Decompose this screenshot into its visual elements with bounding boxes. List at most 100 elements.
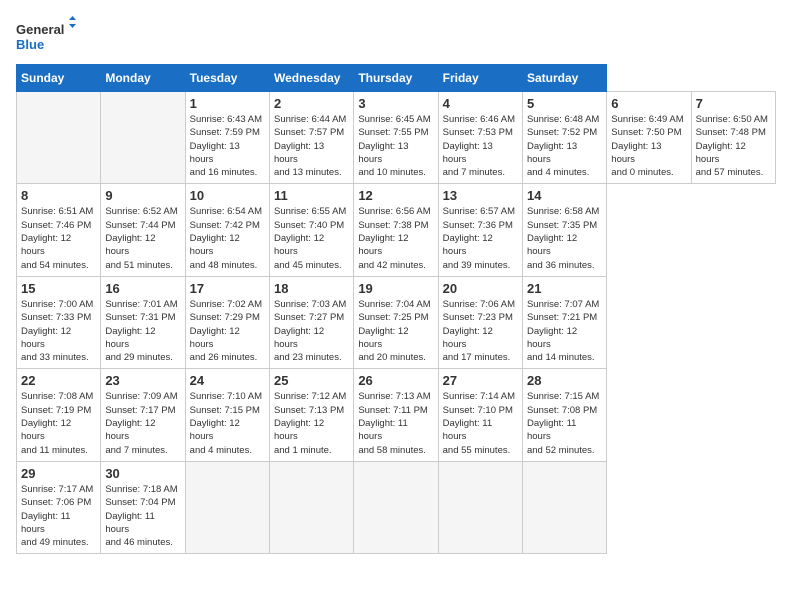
day-info: Sunrise: 6:57 AM Sunset: 7:36 PM Dayligh…: [443, 205, 518, 271]
sunset-label: Sunset: 7:50 PM: [611, 127, 681, 138]
sunset-label: Sunset: 7:08 PM: [527, 405, 597, 416]
day-info: Sunrise: 7:00 AM Sunset: 7:33 PM Dayligh…: [21, 298, 96, 364]
daylight-label: Daylight: 12 hours: [21, 326, 71, 350]
daylight-label: Daylight: 12 hours: [105, 233, 155, 257]
day-info: Sunrise: 7:07 AM Sunset: 7:21 PM Dayligh…: [527, 298, 602, 364]
calendar-cell: 3 Sunrise: 6:45 AM Sunset: 7:55 PM Dayli…: [354, 92, 438, 184]
sunset-label: Sunset: 7:21 PM: [527, 312, 597, 323]
sunset-label: Sunset: 7:31 PM: [105, 312, 175, 323]
calendar-cell: [101, 92, 185, 184]
sunset-label: Sunset: 7:48 PM: [696, 127, 766, 138]
day-info: Sunrise: 7:08 AM Sunset: 7:19 PM Dayligh…: [21, 390, 96, 456]
calendar-cell: 13 Sunrise: 6:57 AM Sunset: 7:36 PM Dayl…: [438, 184, 522, 276]
calendar-cell: 12 Sunrise: 6:56 AM Sunset: 7:38 PM Dayl…: [354, 184, 438, 276]
sunrise-label: Sunrise: 6:55 AM: [274, 206, 346, 217]
day-info: Sunrise: 7:12 AM Sunset: 7:13 PM Dayligh…: [274, 390, 349, 456]
daylight-mins: and 7 minutes.: [443, 167, 505, 178]
sunset-label: Sunset: 7:23 PM: [443, 312, 513, 323]
daylight-mins: and 46 minutes.: [105, 537, 173, 548]
day-info: Sunrise: 6:54 AM Sunset: 7:42 PM Dayligh…: [190, 205, 265, 271]
calendar-cell: 14 Sunrise: 6:58 AM Sunset: 7:35 PM Dayl…: [522, 184, 606, 276]
daylight-mins: and 55 minutes.: [443, 445, 511, 456]
day-number: 13: [443, 188, 518, 203]
day-info: Sunrise: 6:56 AM Sunset: 7:38 PM Dayligh…: [358, 205, 433, 271]
daylight-mins: and 13 minutes.: [274, 167, 342, 178]
sunrise-label: Sunrise: 7:02 AM: [190, 299, 262, 310]
day-info: Sunrise: 6:44 AM Sunset: 7:57 PM Dayligh…: [274, 113, 349, 179]
calendar-cell: [269, 461, 353, 553]
daylight-label: Daylight: 12 hours: [358, 233, 408, 257]
daylight-mins: and 4 minutes.: [190, 445, 252, 456]
sunrise-label: Sunrise: 6:50 AM: [696, 114, 768, 125]
daylight-label: Daylight: 12 hours: [21, 418, 71, 442]
sunrise-label: Sunrise: 7:01 AM: [105, 299, 177, 310]
day-info: Sunrise: 7:02 AM Sunset: 7:29 PM Dayligh…: [190, 298, 265, 364]
calendar-cell: 18 Sunrise: 7:03 AM Sunset: 7:27 PM Dayl…: [269, 276, 353, 368]
calendar-cell: [17, 92, 101, 184]
day-info: Sunrise: 7:09 AM Sunset: 7:17 PM Dayligh…: [105, 390, 180, 456]
day-info: Sunrise: 6:43 AM Sunset: 7:59 PM Dayligh…: [190, 113, 265, 179]
daylight-label: Daylight: 13 hours: [611, 141, 661, 165]
daylight-label: Daylight: 11 hours: [443, 418, 492, 442]
daylight-label: Daylight: 13 hours: [527, 141, 577, 165]
weekday-header: Wednesday: [269, 65, 353, 92]
weekday-header: Sunday: [17, 65, 101, 92]
sunrise-label: Sunrise: 6:51 AM: [21, 206, 93, 217]
day-number: 9: [105, 188, 180, 203]
weekday-header: Saturday: [522, 65, 606, 92]
sunrise-label: Sunrise: 6:45 AM: [358, 114, 430, 125]
calendar-cell: 21 Sunrise: 7:07 AM Sunset: 7:21 PM Dayl…: [522, 276, 606, 368]
sunrise-label: Sunrise: 7:00 AM: [21, 299, 93, 310]
sunrise-label: Sunrise: 6:57 AM: [443, 206, 515, 217]
day-info: Sunrise: 7:10 AM Sunset: 7:15 PM Dayligh…: [190, 390, 265, 456]
sunrise-label: Sunrise: 6:54 AM: [190, 206, 262, 217]
calendar-cell: 16 Sunrise: 7:01 AM Sunset: 7:31 PM Dayl…: [101, 276, 185, 368]
sunrise-label: Sunrise: 7:07 AM: [527, 299, 599, 310]
day-info: Sunrise: 6:58 AM Sunset: 7:35 PM Dayligh…: [527, 205, 602, 271]
sunrise-label: Sunrise: 6:56 AM: [358, 206, 430, 217]
weekday-header: Tuesday: [185, 65, 269, 92]
logo-svg: General Blue: [16, 16, 76, 56]
weekday-header: Monday: [101, 65, 185, 92]
calendar-cell: 15 Sunrise: 7:00 AM Sunset: 7:33 PM Dayl…: [17, 276, 101, 368]
sunset-label: Sunset: 7:11 PM: [358, 405, 428, 416]
day-number: 8: [21, 188, 96, 203]
daylight-label: Daylight: 12 hours: [443, 326, 493, 350]
day-number: 10: [190, 188, 265, 203]
calendar-week-row: 1 Sunrise: 6:43 AM Sunset: 7:59 PM Dayli…: [17, 92, 776, 184]
daylight-mins: and 4 minutes.: [527, 167, 589, 178]
sunset-label: Sunset: 7:10 PM: [443, 405, 513, 416]
daylight-mins: and 20 minutes.: [358, 352, 426, 363]
calendar-cell: [522, 461, 606, 553]
day-number: 7: [696, 96, 771, 111]
calendar-cell: 11 Sunrise: 6:55 AM Sunset: 7:40 PM Dayl…: [269, 184, 353, 276]
page-header: General Blue: [16, 16, 776, 56]
sunset-label: Sunset: 7:19 PM: [21, 405, 91, 416]
daylight-label: Daylight: 12 hours: [190, 233, 240, 257]
day-info: Sunrise: 6:50 AM Sunset: 7:48 PM Dayligh…: [696, 113, 771, 179]
sunset-label: Sunset: 7:04 PM: [105, 497, 175, 508]
day-number: 19: [358, 281, 433, 296]
sunset-label: Sunset: 7:35 PM: [527, 220, 597, 231]
sunrise-label: Sunrise: 7:17 AM: [21, 484, 93, 495]
calendar-cell: 25 Sunrise: 7:12 AM Sunset: 7:13 PM Dayl…: [269, 369, 353, 461]
daylight-label: Daylight: 12 hours: [443, 233, 493, 257]
sunrise-label: Sunrise: 7:06 AM: [443, 299, 515, 310]
daylight-mins: and 7 minutes.: [105, 445, 167, 456]
sunrise-label: Sunrise: 7:10 AM: [190, 391, 262, 402]
sunrise-label: Sunrise: 7:18 AM: [105, 484, 177, 495]
daylight-mins: and 26 minutes.: [190, 352, 258, 363]
daylight-label: Daylight: 12 hours: [274, 326, 324, 350]
day-info: Sunrise: 6:49 AM Sunset: 7:50 PM Dayligh…: [611, 113, 686, 179]
sunset-label: Sunset: 7:53 PM: [443, 127, 513, 138]
daylight-label: Daylight: 13 hours: [274, 141, 324, 165]
sunrise-label: Sunrise: 7:12 AM: [274, 391, 346, 402]
daylight-label: Daylight: 11 hours: [21, 511, 70, 535]
calendar-week-row: 29 Sunrise: 7:17 AM Sunset: 7:06 PM Dayl…: [17, 461, 776, 553]
day-info: Sunrise: 7:06 AM Sunset: 7:23 PM Dayligh…: [443, 298, 518, 364]
calendar-cell: 22 Sunrise: 7:08 AM Sunset: 7:19 PM Dayl…: [17, 369, 101, 461]
sunrise-label: Sunrise: 7:15 AM: [527, 391, 599, 402]
sunrise-label: Sunrise: 6:46 AM: [443, 114, 515, 125]
day-info: Sunrise: 7:03 AM Sunset: 7:27 PM Dayligh…: [274, 298, 349, 364]
day-number: 4: [443, 96, 518, 111]
